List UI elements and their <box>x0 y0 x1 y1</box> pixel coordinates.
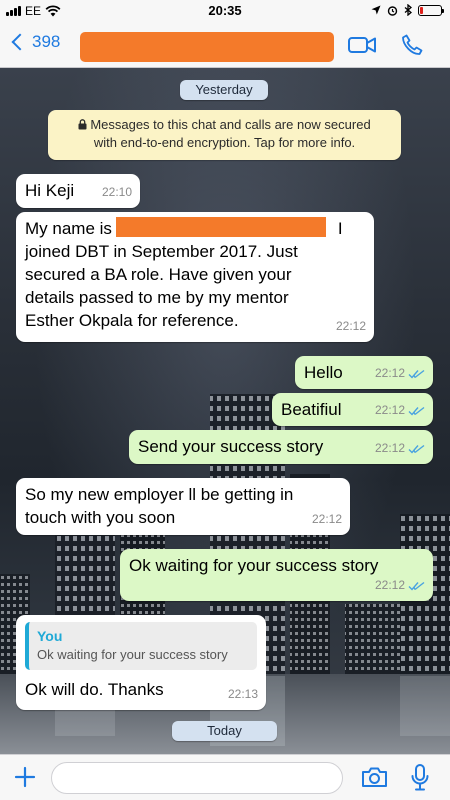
lock-icon <box>78 119 87 130</box>
message-timestamp: 22:12 <box>335 319 366 333</box>
camera-icon[interactable] <box>361 766 388 788</box>
message-line: details passed to me by my mentor <box>25 288 289 307</box>
back-button[interactable]: 398 <box>10 32 60 52</box>
microphone-icon[interactable] <box>411 764 429 791</box>
message-bubble-outgoing[interactable]: Send your success story 22:12 <box>129 430 433 464</box>
message-text: Ok waiting for your success story <box>129 556 379 575</box>
double-check-read-icon <box>408 581 425 591</box>
double-check-read-icon <box>408 444 425 454</box>
message-bubble-incoming[interactable]: Hi Keji 22:10 <box>16 174 140 208</box>
status-right <box>371 4 444 16</box>
status-bar: EE 20:35 <box>0 0 450 22</box>
message-text: Send your success story <box>138 437 324 456</box>
battery-level <box>420 6 423 14</box>
battery-icon <box>418 4 444 16</box>
message-input[interactable] <box>51 762 343 794</box>
redacted-name <box>115 217 326 237</box>
message-timestamp: 22:12 <box>311 512 342 526</box>
encryption-notice[interactable]: Messages to this chat and calls are now … <box>48 110 401 160</box>
contact-name-redacted[interactable] <box>80 32 334 62</box>
message-text: Hello <box>304 363 343 382</box>
double-check-read-icon <box>408 369 425 379</box>
message-bubble-incoming[interactable]: My name is I joined DBT in September 2017… <box>16 212 374 342</box>
composer-bar <box>0 754 450 800</box>
chat-area[interactable]: Yesterday Messages to this chat and call… <box>0 68 450 754</box>
message-line: Esther Okpala for reference. <box>25 311 239 330</box>
unread-chats-count: 398 <box>32 32 61 51</box>
message-bubble-incoming-reply[interactable]: You Ok waiting for your success story Ok… <box>16 615 266 710</box>
message-text: Beatifiul <box>281 400 342 419</box>
message-bubble-outgoing[interactable]: Hello 22:12 <box>295 356 433 389</box>
message-line: joined DBT in September 2017. Just <box>25 242 298 261</box>
quoted-message-author: You <box>37 628 63 644</box>
chevron-left-icon <box>11 33 29 51</box>
encryption-notice-line1: Messages to this chat and calls are now … <box>90 117 371 132</box>
chat-header: 398 <box>0 22 450 68</box>
plus-icon[interactable] <box>13 765 37 789</box>
location-arrow-icon <box>371 5 381 15</box>
bluetooth-icon <box>404 4 412 16</box>
message-bubble-outgoing[interactable]: Ok waiting for your success story 22:12 <box>120 549 433 601</box>
message-status: 22:12 <box>375 362 425 385</box>
phone-icon[interactable] <box>400 33 424 57</box>
message-bubble-incoming[interactable]: So my new employer ll be getting in touc… <box>16 478 350 535</box>
quoted-message-text: Ok waiting for your success story <box>37 647 228 662</box>
double-check-read-icon <box>408 406 425 416</box>
message-status: 22:12 <box>375 399 425 422</box>
message-line: secured a BA role. Have given your <box>25 265 292 284</box>
video-camera-icon[interactable] <box>348 36 376 54</box>
message-line: My name is I <box>25 217 343 238</box>
message-status: 22:12 <box>375 437 425 460</box>
message-bubble-outgoing[interactable]: Beatifiul 22:12 <box>272 393 433 426</box>
quoted-message[interactable]: You Ok waiting for your success story <box>25 622 257 670</box>
date-divider-today: Today <box>172 721 277 741</box>
message-timestamp: 22:10 <box>101 185 132 199</box>
message-line: So my new employer ll be getting in <box>25 485 294 504</box>
message-text: Hi Keji <box>25 181 75 200</box>
message-text: Ok will do. Thanks <box>25 680 164 699</box>
message-timestamp: 22:13 <box>227 687 258 701</box>
date-divider-yesterday: Yesterday <box>180 80 268 100</box>
encryption-notice-line2: with end-to-end encryption. Tap for more… <box>93 135 356 150</box>
alarm-clock-icon <box>387 5 398 16</box>
message-line: touch with you soon <box>25 508 176 527</box>
message-status: 22:12 <box>375 574 425 597</box>
